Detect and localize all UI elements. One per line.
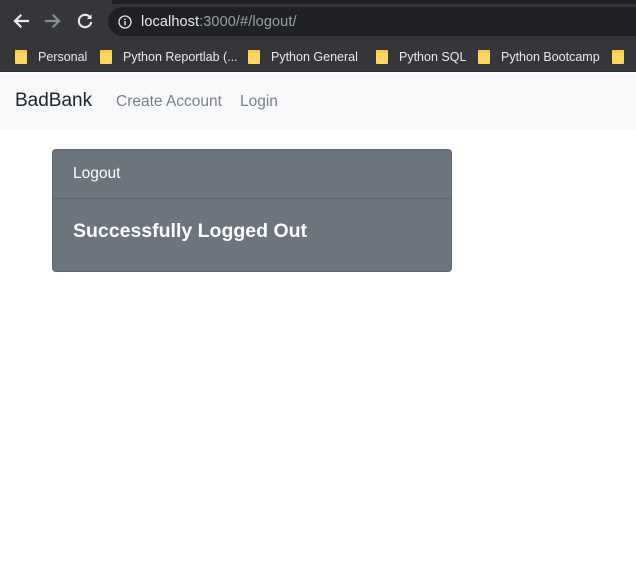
folder-icon <box>100 49 112 64</box>
address-bar[interactable]: localhost:3000/#/logout/ <box>108 7 636 36</box>
navbar: BadBank Create Account Login <box>0 73 636 129</box>
bookmark-python-reportlab[interactable]: Python Reportlab (... <box>100 41 238 71</box>
bookmarks-bar: Personal Python Reportlab (... Python Ge… <box>0 41 636 72</box>
active-tab[interactable] <box>0 0 112 4</box>
folder-icon <box>612 49 624 64</box>
folder-icon <box>15 49 27 64</box>
bookmark-label: Python SQL <box>399 49 467 64</box>
bookmark-python-bootcamp[interactable]: Python Bootcamp <box>478 41 600 71</box>
folder-icon <box>248 49 260 64</box>
url-path: :3000/#/logout/ <box>199 13 297 30</box>
info-icon[interactable] <box>118 14 132 29</box>
bookmark-python-general[interactable]: Python General <box>248 41 358 71</box>
url-host: localhost <box>141 13 200 30</box>
bookmark-label: Python Reportlab (... <box>123 49 238 64</box>
folder-icon <box>376 49 388 64</box>
bookmark-folder-overflow[interactable] <box>612 41 635 71</box>
page-content: BadBank Create Account Login Logout Succ… <box>0 73 636 568</box>
navbar-brand[interactable]: BadBank <box>15 90 92 112</box>
bookmark-label: Personal <box>38 49 88 64</box>
arrow-right-icon <box>44 12 62 30</box>
tab-strip <box>0 0 636 4</box>
url-text: localhost:3000/#/logout/ <box>141 14 297 30</box>
arrow-left-icon <box>12 12 30 30</box>
reload-icon <box>76 12 94 30</box>
reload-button[interactable] <box>73 9 97 33</box>
card-header: Logout <box>53 150 451 199</box>
logout-card: Logout Successfully Logged Out <box>52 149 452 272</box>
bookmark-label: Python General <box>271 49 358 64</box>
card-title: Successfully Logged Out <box>73 220 308 242</box>
bookmark-label: Python Bootcamp <box>501 49 600 64</box>
bookmark-python-sql[interactable]: Python SQL <box>376 41 467 71</box>
back-button[interactable] <box>9 9 33 33</box>
forward-button[interactable] <box>41 9 65 33</box>
nav-link-login[interactable]: Login <box>240 93 278 111</box>
folder-icon <box>478 49 490 64</box>
nav-link-create-account[interactable]: Create Account <box>116 93 222 111</box>
bookmark-personal[interactable]: Personal <box>15 41 88 71</box>
browser-toolbar: localhost:3000/#/logout/ <box>0 0 636 41</box>
